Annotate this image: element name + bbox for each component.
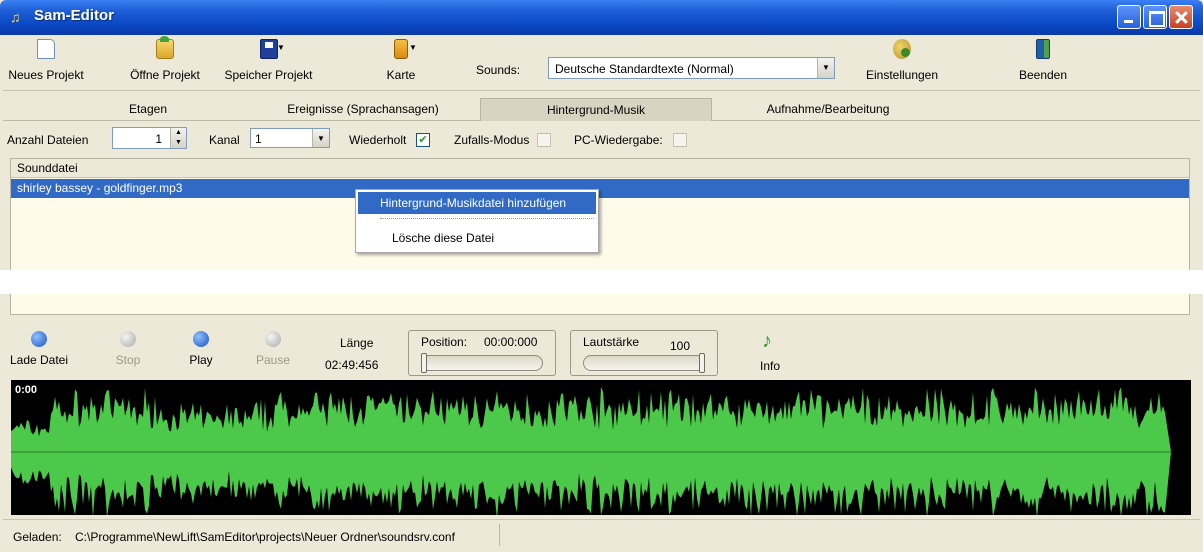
info-label: Info xyxy=(759,359,780,373)
open-project-label: Öffne Projekt xyxy=(130,68,200,82)
settings-label: Einstellungen xyxy=(865,68,939,82)
floppy-disk-icon xyxy=(259,39,278,59)
eject-icon xyxy=(31,331,47,347)
sounds-value: Deutsche Standardtexte (Normal) xyxy=(555,62,734,76)
tab-etagen[interactable]: Etagen xyxy=(63,98,233,121)
loaded-path: C:\Programme\NewLift\SamEditor\projects\… xyxy=(75,530,455,544)
column-header-sounddatei[interactable]: Sounddatei xyxy=(11,159,1189,178)
position-slider-thumb[interactable] xyxy=(421,353,427,373)
random-mode-checkbox[interactable] xyxy=(537,133,551,147)
menu-separator xyxy=(380,218,594,219)
options-row: Anzahl Dateien 1 ▲ ▼ Kanal 1 ▼ Wiederholt… xyxy=(3,123,1200,155)
tab-ereignisse[interactable]: Ereignisse (Sprachansagen) xyxy=(248,98,478,121)
volume-slider-thumb[interactable] xyxy=(699,353,705,373)
pause-button[interactable]: Pause xyxy=(255,331,291,367)
title-bar: ♫ Sam-Editor xyxy=(0,0,1203,35)
pause-icon xyxy=(265,331,281,347)
open-project-button[interactable]: Öffne Projekt xyxy=(124,36,206,82)
play-button[interactable]: Play xyxy=(186,331,216,367)
channel-select[interactable]: 1 ▼ xyxy=(250,128,330,148)
file-count-spinner[interactable]: 1 ▲ ▼ xyxy=(112,127,187,149)
save-project-button[interactable]: ▼ Speicher Projekt xyxy=(221,39,316,82)
map-label: Karte xyxy=(386,68,416,82)
tab-bar: Etagen Ereignisse (Sprachansagen) Hinter… xyxy=(3,96,1200,121)
load-file-label: Lade Datei xyxy=(9,353,69,367)
window-title: Sam-Editor xyxy=(34,7,115,24)
tab-hintergrund-musik[interactable]: Hintergrund-Musik xyxy=(480,98,712,121)
save-project-label: Speicher Projekt xyxy=(224,68,313,82)
volume-group: Lautstärke 100 xyxy=(570,330,718,376)
position-value: 00:00:000 xyxy=(484,335,538,349)
channel-label: Kanal xyxy=(209,133,240,147)
tab-label: Etagen xyxy=(128,102,168,116)
random-mode-label: Zufalls-Modus xyxy=(454,133,530,147)
status-divider xyxy=(499,524,500,546)
stop-button[interactable]: Stop xyxy=(113,331,143,367)
tab-label: Hintergrund-Musik xyxy=(546,103,646,117)
tab-label: Ereignisse (Sprachansagen) xyxy=(287,102,439,116)
waveform-graphic xyxy=(11,386,1171,515)
status-bar: Geladen: C:\Programme\NewLift\SamEditor\… xyxy=(3,519,1200,550)
exit-door-icon xyxy=(1036,39,1050,59)
open-folder-icon xyxy=(156,36,174,59)
waveform-display[interactable]: 0:00 xyxy=(11,380,1191,515)
map-button[interactable]: ▼ Karte xyxy=(381,39,421,82)
stop-label: Stop xyxy=(115,353,141,367)
length-label: Länge xyxy=(340,336,374,350)
pc-playback-checkbox[interactable] xyxy=(673,133,687,147)
repeat-checkbox[interactable]: ✔ xyxy=(416,133,430,147)
channel-value: 1 xyxy=(255,132,262,146)
dropdown-arrow-icon: ▼ xyxy=(277,43,285,52)
menu-item-delete-file[interactable]: Lösche diese Datei xyxy=(358,228,596,248)
new-project-label: Neues Projekt xyxy=(8,68,84,82)
tab-label: Aufnahme/Bearbeitung xyxy=(766,102,890,116)
close-button[interactable] xyxy=(1169,5,1193,29)
sounds-label: Sounds: xyxy=(476,63,521,77)
pause-label: Pause xyxy=(255,353,291,367)
chevron-down-icon[interactable]: ▼ xyxy=(312,129,329,147)
exit-label: Beenden xyxy=(1018,68,1068,82)
maximize-button[interactable] xyxy=(1143,5,1167,29)
settings-button[interactable]: Einstellungen xyxy=(863,39,941,82)
dropdown-arrow-icon: ▼ xyxy=(409,43,417,52)
new-document-icon xyxy=(37,39,55,59)
new-project-button[interactable]: Neues Projekt xyxy=(6,39,86,82)
sounds-select[interactable]: Deutsche Standardtexte (Normal) ▼ xyxy=(548,57,835,79)
gap-band xyxy=(0,270,1203,294)
music-note-icon: ♪ xyxy=(762,330,772,352)
waveform-envelope xyxy=(11,386,1171,515)
tab-aufnahme-bearbeitung[interactable]: Aufnahme/Bearbeitung xyxy=(713,98,943,121)
volume-label: Lautstärke xyxy=(583,335,640,349)
minimize-button[interactable] xyxy=(1117,5,1141,29)
play-icon xyxy=(193,331,209,347)
settings-icon xyxy=(893,39,911,59)
file-count-value: 1 xyxy=(155,132,162,146)
play-label: Play xyxy=(189,353,213,367)
map-icon xyxy=(394,39,408,59)
spinner-arrows-icon[interactable]: ▲ ▼ xyxy=(170,128,186,148)
repeat-label: Wiederholt xyxy=(349,133,407,147)
position-label: Position: xyxy=(421,335,468,349)
music-note-icon: ♫ xyxy=(10,9,21,25)
chevron-down-icon[interactable]: ▼ xyxy=(817,58,834,78)
menu-item-add-music-file[interactable]: Hintergrund-Musikdatei hinzufügen xyxy=(358,192,596,214)
loaded-label: Geladen: xyxy=(13,530,62,544)
load-file-button[interactable]: Lade Datei xyxy=(8,331,70,367)
exit-button[interactable]: Beenden xyxy=(1013,39,1073,82)
volume-slider-track[interactable] xyxy=(583,355,705,371)
stop-icon xyxy=(120,331,136,347)
pc-playback-label: PC-Wiedergabe: xyxy=(574,133,663,147)
volume-value: 100 xyxy=(670,339,691,353)
player-controls: Lade Datei Stop Play Pause Länge 02:49:4… xyxy=(3,323,1200,379)
position-slider-track[interactable] xyxy=(421,355,543,371)
length-value: 02:49:456 xyxy=(325,358,379,372)
file-count-label: Anzahl Dateien xyxy=(7,133,89,147)
toolbar: Neues Projekt Öffne Projekt ▼ Speicher P… xyxy=(3,35,1200,91)
position-group: Position: 00:00:000 xyxy=(408,330,556,376)
context-menu: Hintergrund-Musikdatei hinzufügen Lösche… xyxy=(355,189,599,253)
waveform-time-start: 0:00 xyxy=(15,384,38,396)
list-item[interactable]: shirley bassey - goldfinger.mp3 xyxy=(11,179,1189,198)
